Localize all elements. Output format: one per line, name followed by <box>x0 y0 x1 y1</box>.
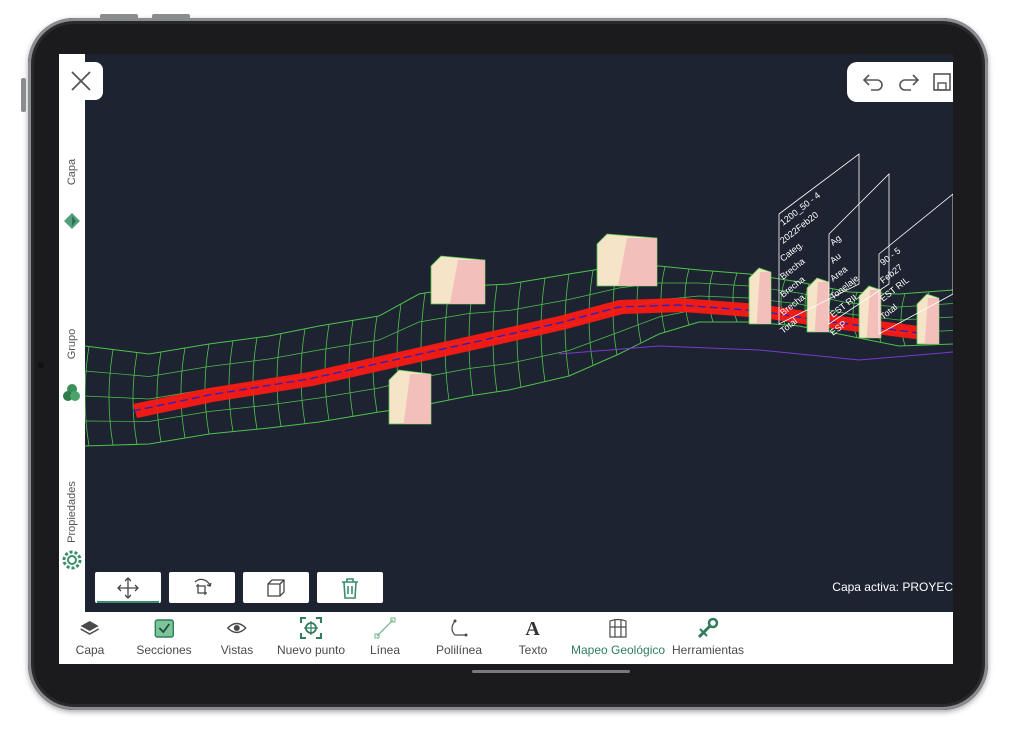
tab-polilinea[interactable]: Polilínea <box>436 616 482 657</box>
redo-icon[interactable] <box>897 72 921 92</box>
sections-icon <box>154 619 174 638</box>
base-line <box>558 345 953 361</box>
tab-capa[interactable]: Capa <box>75 616 105 657</box>
3d-viewport[interactable]: 1200_50 - 4 2022Feb20 Categ. Brecha Brecha Br… <box>59 54 953 612</box>
active-indicator <box>97 601 159 603</box>
sidebar-item-grupo[interactable]: Grupo <box>66 329 78 360</box>
app-screen: 1200_50 - 4 2022Feb20 Categ. Brecha Brecha Br… <box>59 54 953 677</box>
history-toolbar <box>847 62 953 102</box>
trash-icon <box>342 577 358 599</box>
active-layer-status: Capa activa: PROYEC <box>832 580 953 594</box>
tab-label: Línea <box>369 643 401 657</box>
svg-text:A: A <box>526 618 541 639</box>
group-circles-icon[interactable] <box>62 383 82 403</box>
move-icon <box>117 576 139 599</box>
undo-icon[interactable] <box>861 72 885 92</box>
tab-linea[interactable]: Línea <box>370 616 400 657</box>
close-icon <box>71 71 91 91</box>
tab-nuevo-punto[interactable]: Nuevo punto <box>277 616 345 657</box>
bottom-tab-bar: Capa Secciones Vistas Nuevo punto Línea … <box>59 612 953 664</box>
rotate-tool-button[interactable] <box>169 572 235 603</box>
text-icon: A <box>526 618 541 639</box>
front-camera <box>38 362 44 368</box>
layers-icon[interactable] <box>62 212 82 232</box>
move-tool-button[interactable] <box>95 572 161 603</box>
line-icon <box>374 617 396 639</box>
sidebar-item-capa[interactable]: Capa <box>66 159 78 185</box>
new-point-icon <box>300 617 322 639</box>
tab-label: Vistas <box>220 643 254 657</box>
geologic-map-icon <box>609 618 627 638</box>
close-button[interactable] <box>59 62 103 100</box>
tab-herramientas[interactable]: Herramientas <box>672 616 744 657</box>
tab-secciones[interactable]: Secciones <box>136 616 192 657</box>
box-view-icon <box>267 578 285 597</box>
tab-label: Nuevo punto <box>276 643 346 657</box>
volume-button <box>100 14 138 19</box>
polyline-icon <box>451 619 468 637</box>
gear-icon[interactable] <box>62 550 82 570</box>
sidebar-item-propiedades[interactable]: Propiedades <box>66 481 78 543</box>
volume-button <box>152 14 190 19</box>
tab-vistas[interactable]: Vistas <box>221 616 253 657</box>
save-icon[interactable] <box>933 72 951 92</box>
tab-label: Secciones <box>136 643 192 657</box>
layers-icon <box>80 621 100 635</box>
left-sidebar: Capa Grupo Propiedades <box>59 54 85 612</box>
label-panel-text: Ag <box>828 233 843 248</box>
eye-icon <box>227 622 247 634</box>
rotate-icon <box>194 578 212 595</box>
tab-label: Mapeo Geológico <box>570 643 666 657</box>
tab-label: Texto <box>518 643 548 657</box>
tab-mapeo-geologico[interactable]: Mapeo Geológico <box>571 616 665 657</box>
home-indicator[interactable] <box>472 670 630 673</box>
label-panel-text: Au <box>828 251 843 266</box>
delete-tool-button[interactable] <box>317 572 383 603</box>
tunnel-outline-bottom <box>84 321 953 447</box>
tools-icon <box>697 617 719 639</box>
tab-label: Polilínea <box>435 643 483 657</box>
tab-texto[interactable]: A Texto <box>519 616 548 657</box>
tab-label: Herramientas <box>671 643 745 657</box>
tunnel-floor <box>133 298 923 418</box>
box-view-tool-button[interactable] <box>243 572 309 603</box>
tab-label: Capa <box>75 643 105 657</box>
tunnel-3d-model[interactable]: 1200_50 - 42022Feb20Categ.BrechaBrechaBr… <box>59 54 953 612</box>
side-button <box>21 78 26 112</box>
